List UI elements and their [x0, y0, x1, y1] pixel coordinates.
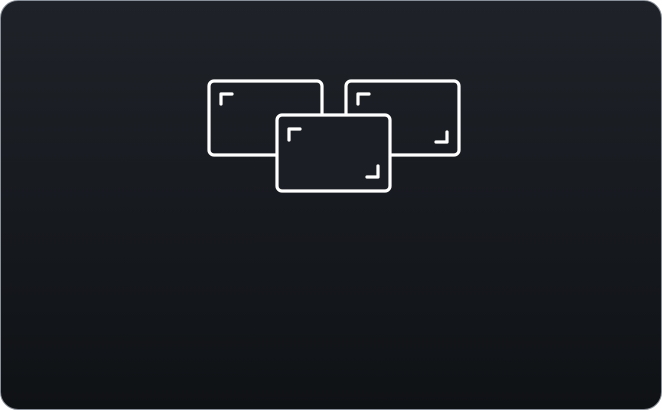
mission-control-tile[interactable]	[0, 0, 662, 410]
mission-control-icon	[206, 78, 462, 195]
window-front-icon	[275, 113, 392, 193]
